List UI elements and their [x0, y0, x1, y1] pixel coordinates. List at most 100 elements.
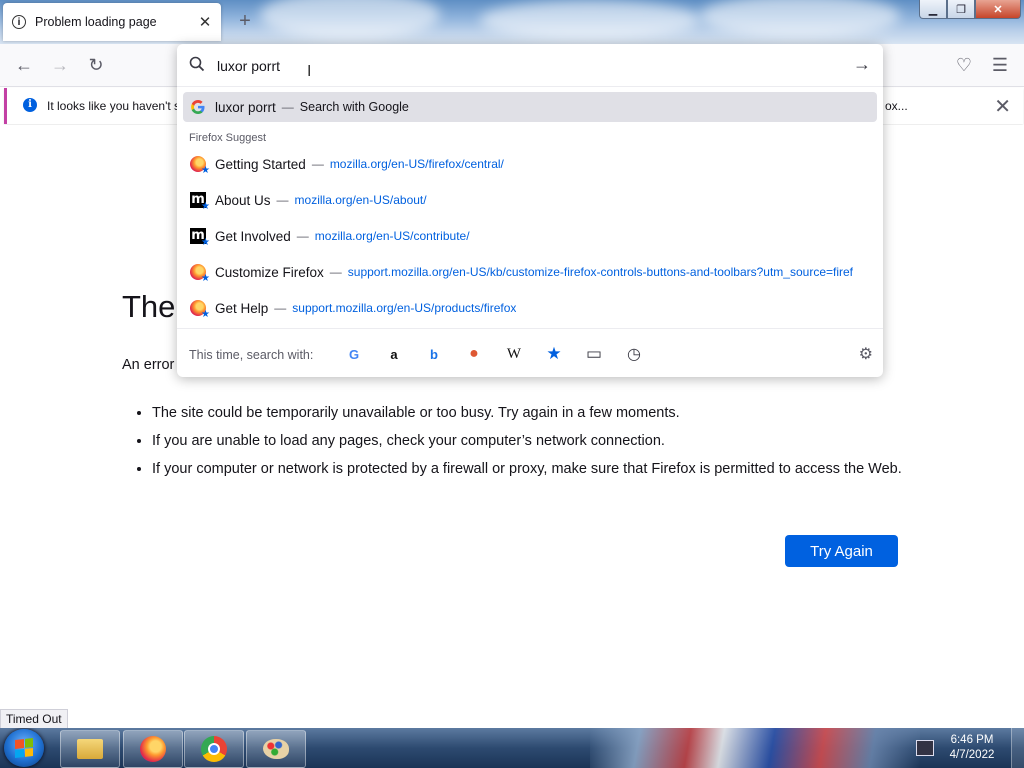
suggestion-url: mozilla.org/en-US/firefox/central/ [329, 157, 504, 171]
suggestion-title: luxor porrt [215, 99, 276, 115]
error-tips-list: The site could be temporarily unavailabl… [132, 403, 922, 487]
sky-cloud [260, 0, 440, 40]
firefox-logo-icon: ★ [190, 300, 210, 320]
urlbar: I → [177, 44, 883, 87]
url-dropdown: I → luxor porrt — Search with Google Fir… [177, 44, 883, 377]
suggestion-url: mozilla.org/en-US/contribute/ [314, 229, 470, 243]
firefox-logo-icon: ★ [190, 156, 210, 176]
folder-icon [77, 739, 103, 759]
info-icon: i [23, 98, 37, 112]
show-desktop-button[interactable] [1011, 728, 1024, 768]
close-icon[interactable]: ✕ [994, 94, 1011, 119]
separator-dash: — [329, 265, 342, 279]
suggestion-action: Search with Google [299, 100, 409, 114]
suggestion-getting-started[interactable]: ★ Getting Started — mozilla.org/en-US/fi… [183, 149, 877, 179]
back-button[interactable]: ← [11, 52, 37, 78]
url-input[interactable] [215, 54, 819, 78]
suggestion-title: Customize Firefox [215, 264, 324, 280]
forward-button[interactable]: → [47, 52, 73, 78]
taskbar-explorer[interactable] [60, 730, 120, 768]
taskbar-firefox[interactable] [123, 730, 183, 768]
suggestion-customize-firefox[interactable]: ★ Customize Firefox — support.mozilla.or… [183, 257, 877, 287]
tab-title: Problem loading page [35, 15, 157, 29]
history-icon[interactable]: ◷ [624, 344, 644, 364]
suggestion-search-google[interactable]: luxor porrt — Search with Google [183, 92, 877, 122]
notification-text: It looks like you haven't s [47, 99, 181, 113]
suggestion-about-us[interactable]: m ★ About Us — mozilla.org/en-US/about/ [183, 185, 877, 215]
firefox-logo-icon: ★ [190, 264, 210, 284]
reload-button[interactable]: ↻ [83, 52, 109, 78]
close-window-button[interactable]: ✕ [975, 0, 1021, 19]
bookmark-star-icon: ★ [201, 273, 210, 284]
chrome-icon [201, 736, 227, 762]
system-clock[interactable]: 6:46 PM 4/7/2022 [942, 733, 1002, 763]
info-icon: i [12, 15, 26, 29]
list-item: If you are unable to load any pages, che… [152, 431, 922, 451]
wikipedia-engine-icon[interactable]: W [504, 344, 524, 364]
title-bar: i Problem loading page ✕ + ▁ ❐ ✕ [0, 0, 1024, 44]
try-again-button[interactable]: Try Again [785, 535, 898, 567]
close-tab-icon[interactable]: ✕ [197, 14, 213, 31]
new-tab-button[interactable]: + [234, 10, 256, 32]
list-item: If your computer or network is protected… [152, 459, 922, 479]
suggestion-title: Get Help [215, 300, 269, 316]
google-icon [191, 100, 205, 114]
separator-dash: — [276, 193, 289, 207]
list-item: The site could be temporarily unavailabl… [152, 403, 922, 423]
menu-icon[interactable]: ☰ [987, 52, 1013, 78]
clock-time: 6:46 PM [950, 734, 994, 746]
bookmark-star-icon: ★ [201, 309, 210, 320]
maximize-button[interactable]: ❐ [947, 0, 975, 19]
wallpaper-art [590, 728, 920, 768]
notification-action-button[interactable]: ox... [885, 99, 908, 113]
mozilla-logo-icon: m ★ [190, 228, 210, 248]
error-intro: An error [122, 357, 175, 373]
divider [177, 328, 883, 329]
bing-engine-icon[interactable]: b [424, 344, 444, 364]
mozilla-logo-icon: m ★ [190, 192, 210, 212]
tabs-icon[interactable]: ▭ [584, 344, 604, 364]
separator-dash: — [281, 100, 294, 114]
taskbar-chrome[interactable] [184, 730, 244, 768]
separator-dash: — [296, 229, 309, 243]
network-tray-icon[interactable] [916, 740, 934, 756]
bookmark-star-icon: ★ [201, 165, 210, 176]
google-engine-icon[interactable]: G [344, 344, 364, 364]
bookmark-star-icon: ★ [201, 237, 210, 248]
go-arrow-icon[interactable]: → [853, 54, 871, 75]
error-title: The [122, 289, 176, 324]
clock-date: 4/7/2022 [949, 749, 995, 761]
pocket-icon[interactable]: ♡ [951, 52, 977, 78]
sky-cloud [700, 0, 900, 38]
separator-dash: — [311, 157, 324, 171]
bookmark-star-icon: ★ [201, 201, 210, 212]
suggestion-title: About Us [215, 192, 271, 208]
duckduckgo-engine-icon[interactable]: ● [464, 344, 484, 364]
sky-cloud [480, 0, 700, 40]
suggestion-url: mozilla.org/en-US/about/ [294, 193, 427, 207]
status-text: Timed Out [0, 709, 68, 729]
tab-problem-loading[interactable]: i Problem loading page ✕ [3, 3, 221, 41]
amazon-engine-icon[interactable]: a [384, 344, 404, 364]
search-icon [189, 56, 205, 72]
suggestion-url: support.mozilla.org/en-US/products/firef… [292, 301, 517, 315]
window-controls: ▁ ❐ ✕ [919, 0, 1021, 19]
bookmarks-icon[interactable]: ★ [544, 344, 564, 364]
paint-palette-icon [263, 739, 289, 759]
start-button[interactable] [4, 729, 44, 767]
taskbar-paint[interactable] [246, 730, 306, 768]
separator-dash: — [274, 301, 287, 315]
search-with-label: This time, search with: [189, 348, 314, 362]
suggestion-url: support.mozilla.org/en-US/kb/customize-f… [347, 265, 853, 279]
text-cursor-icon: I [307, 63, 312, 80]
taskbar: 6:46 PM 4/7/2022 [0, 728, 1024, 768]
firefox-logo-icon [140, 736, 166, 762]
suggestion-title: Getting Started [215, 156, 306, 172]
suggestion-get-involved[interactable]: m ★ Get Involved — mozilla.org/en-US/cont… [183, 221, 877, 251]
group-label: Firefox Suggest [189, 132, 267, 144]
windows-logo-icon [15, 738, 33, 758]
minimize-button[interactable]: ▁ [919, 0, 947, 19]
suggestion-get-help[interactable]: ★ Get Help — support.mozilla.org/en-US/p… [183, 293, 877, 323]
gear-icon[interactable]: ⚙ [859, 344, 873, 364]
suggestion-title: Get Involved [215, 228, 291, 244]
